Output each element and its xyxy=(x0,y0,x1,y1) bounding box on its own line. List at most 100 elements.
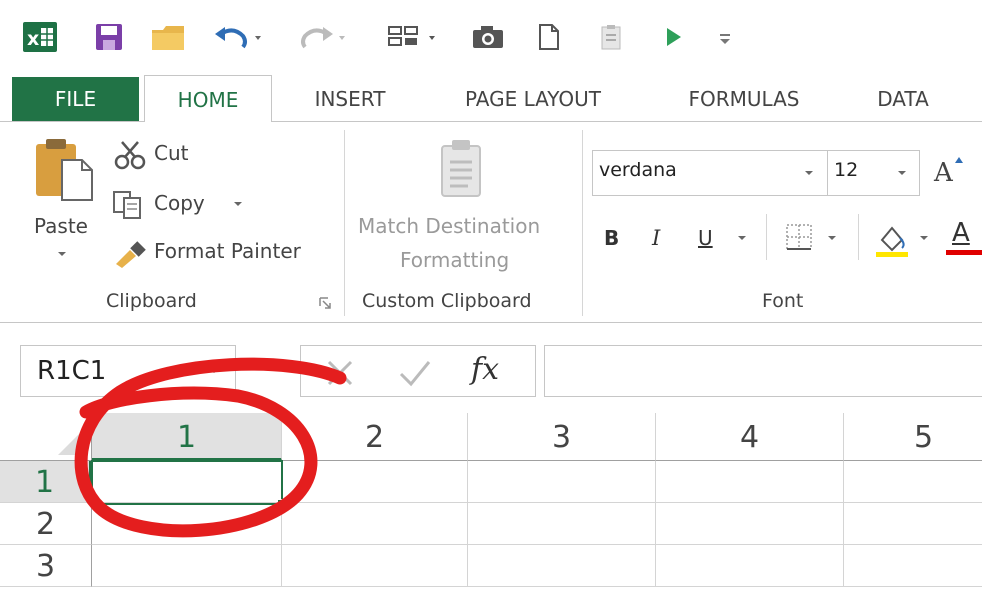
column-header[interactable]: 3 xyxy=(468,413,656,461)
tab-formulas[interactable]: FORMULAS xyxy=(666,77,822,121)
chevron-down-icon xyxy=(58,252,66,256)
group-separator xyxy=(344,130,345,316)
cell[interactable] xyxy=(282,461,468,503)
font-name-select[interactable]: verdana xyxy=(592,150,828,196)
copy-icon xyxy=(113,191,141,219)
clipboard-icon xyxy=(441,140,481,197)
dialog-launcher-icon[interactable] xyxy=(318,296,332,310)
column-header[interactable]: 2 xyxy=(282,413,468,461)
clipboard-group-label: Clipboard xyxy=(106,290,197,312)
tab-data[interactable]: DATA xyxy=(860,77,946,121)
paste-label: Paste xyxy=(34,214,88,238)
match-destination-formatting-button[interactable]: Match Destination Formatting xyxy=(352,136,572,282)
font-name-value: verdana xyxy=(599,159,677,181)
cell[interactable] xyxy=(468,461,656,503)
caret-up-icon xyxy=(955,157,963,163)
cell[interactable] xyxy=(844,503,982,545)
cell[interactable] xyxy=(844,461,982,503)
insert-function-button[interactable]: fx xyxy=(471,352,499,387)
font-size-select[interactable]: 12 xyxy=(828,150,920,196)
chevron-down-icon xyxy=(898,171,906,175)
spreadsheet-grid: 1 2 3 4 5 1 2 3 xyxy=(0,413,982,587)
custom-clipboard-group-label: Custom Clipboard xyxy=(362,290,532,312)
font-color-glyph: A xyxy=(952,218,970,248)
chevron-down-icon xyxy=(234,202,242,206)
formula-input[interactable] xyxy=(544,345,982,397)
run-macro-icon[interactable] xyxy=(656,20,690,54)
copy-button[interactable]: Copy xyxy=(110,188,250,222)
tab-page-layout[interactable]: PAGE LAYOUT xyxy=(440,77,626,121)
chevron-down-icon[interactable] xyxy=(918,234,930,242)
chevron-down-icon[interactable] xyxy=(206,365,222,375)
cell[interactable] xyxy=(92,503,282,545)
redo-icon[interactable] xyxy=(296,20,350,54)
cancel-icon[interactable] xyxy=(323,356,357,390)
clipboard-icon[interactable] xyxy=(594,20,628,54)
ribbon-tabs: FILE HOME INSERT PAGE LAYOUT FORMULAS DA… xyxy=(0,75,982,122)
paste-button[interactable]: Paste xyxy=(22,136,106,256)
scissors-icon xyxy=(114,141,146,170)
cell[interactable] xyxy=(656,461,844,503)
font-color-button[interactable]: A xyxy=(944,216,982,258)
cell[interactable] xyxy=(282,545,468,587)
cell[interactable] xyxy=(656,503,844,545)
undo-icon[interactable] xyxy=(212,20,266,54)
cell[interactable] xyxy=(468,545,656,587)
row-header[interactable]: 2 xyxy=(0,503,92,545)
paintbrush-icon xyxy=(116,241,146,268)
font-color-swatch xyxy=(946,250,982,255)
tab-home[interactable]: HOME xyxy=(144,75,272,122)
match-destination-label-line1: Match Destination xyxy=(358,214,541,238)
toolbar-divider xyxy=(766,214,767,260)
row-header[interactable]: 3 xyxy=(0,545,92,587)
column-header[interactable]: 1 xyxy=(92,413,282,461)
save-icon[interactable] xyxy=(92,20,126,54)
group-separator xyxy=(582,130,583,316)
excel-logo-icon: x xyxy=(22,20,58,54)
enter-checkmark-icon[interactable] xyxy=(397,356,433,390)
row-header[interactable]: 1 xyxy=(0,461,92,503)
svg-text:x: x xyxy=(27,28,39,50)
name-box[interactable]: R1C1 xyxy=(20,345,236,397)
cell[interactable] xyxy=(282,503,468,545)
column-header[interactable]: 5 xyxy=(844,413,982,461)
fill-handle[interactable] xyxy=(277,499,286,508)
cell[interactable] xyxy=(468,503,656,545)
grow-font-glyph: A xyxy=(934,158,953,188)
open-folder-icon[interactable] xyxy=(148,20,188,54)
quick-access-toolbar: x xyxy=(0,0,982,77)
tab-insert[interactable]: INSERT xyxy=(296,77,404,121)
chevron-down-icon[interactable] xyxy=(736,234,748,242)
format-painter-label: Format Painter xyxy=(154,239,301,263)
cell[interactable] xyxy=(92,545,282,587)
chevron-down-icon[interactable] xyxy=(826,234,838,242)
splitter-dots-icon[interactable] xyxy=(262,357,268,385)
cell[interactable] xyxy=(844,545,982,587)
select-all-button[interactable] xyxy=(0,413,92,461)
column-header[interactable]: 4 xyxy=(656,413,844,461)
chevron-down-icon xyxy=(805,171,813,175)
customize-toolbar-icon[interactable] xyxy=(710,20,740,54)
active-cell-r1c1[interactable] xyxy=(91,460,286,508)
match-destination-label-line2: Formatting xyxy=(400,248,510,272)
paste-icon xyxy=(36,139,93,201)
fill-color-icon[interactable] xyxy=(872,218,912,258)
grow-font-button[interactable]: A xyxy=(930,152,970,192)
cell[interactable] xyxy=(656,545,844,587)
cut-label: Cut xyxy=(154,141,189,165)
italic-button[interactable]: I xyxy=(652,222,676,254)
tab-file[interactable]: FILE xyxy=(12,77,139,121)
copy-label: Copy xyxy=(154,191,205,215)
bold-button[interactable]: B xyxy=(604,222,628,254)
borders-icon[interactable] xyxy=(784,222,814,252)
formula-bar: R1C1 fx xyxy=(0,323,982,413)
camera-icon[interactable] xyxy=(468,20,508,54)
font-group-label: Font xyxy=(762,290,804,312)
font-size-value: 12 xyxy=(834,159,859,181)
underline-button[interactable]: U xyxy=(698,222,722,254)
new-document-icon[interactable] xyxy=(532,20,566,54)
form-icon[interactable] xyxy=(384,20,444,54)
select-all-triangle-icon xyxy=(58,429,84,455)
formula-controls: fx xyxy=(300,345,536,397)
ribbon-home: Paste Cut Copy Format Painter Clipboard xyxy=(0,121,982,323)
